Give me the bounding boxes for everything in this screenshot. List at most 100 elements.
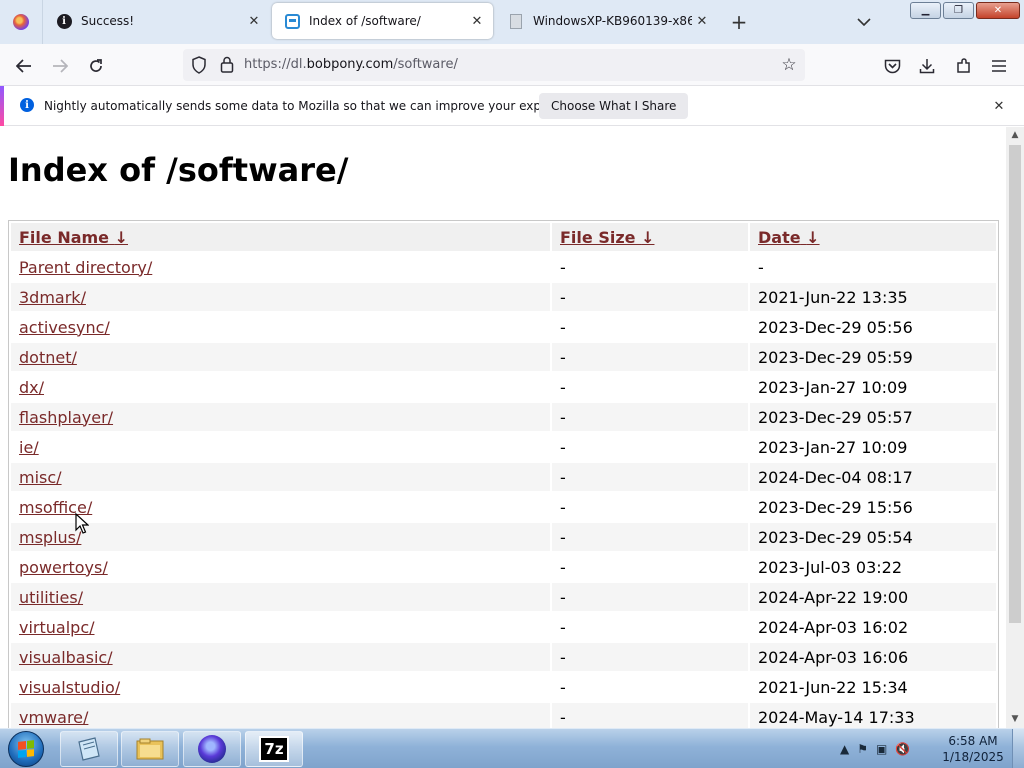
file-size-cell: - bbox=[560, 437, 566, 457]
file-name-link[interactable]: utilities/ bbox=[19, 588, 83, 607]
tab-title: Success! bbox=[81, 14, 135, 28]
tab-close-icon[interactable]: ✕ bbox=[244, 11, 264, 31]
tab-windowsxp-kb[interactable]: WindowsXP-KB960139-x86-ENU ✕ bbox=[496, 3, 718, 39]
table-body: Parent directory/- -3dmark/-2021-Jun-22 1… bbox=[11, 253, 996, 728]
file-name-link[interactable]: dotnet/ bbox=[19, 348, 77, 367]
file-size-cell: - bbox=[552, 403, 748, 431]
file-name-link[interactable]: Parent directory/ bbox=[19, 258, 152, 277]
file-name-link[interactable]: visualbasic/ bbox=[19, 648, 113, 667]
tab-favicon bbox=[284, 13, 300, 29]
new-tab-plus-icon[interactable]: + bbox=[727, 10, 751, 34]
show-desktop-button[interactable] bbox=[1012, 729, 1024, 768]
taskbar-show-desktop-app[interactable] bbox=[60, 731, 118, 767]
file-name-link[interactable]: visualstudio/ bbox=[19, 678, 120, 697]
hamburger-menu-icon[interactable] bbox=[985, 52, 1013, 80]
file-name-link[interactable]: misc/ bbox=[19, 468, 62, 487]
choose-what-i-share-button[interactable]: Choose What I Share bbox=[539, 93, 689, 119]
minimize-button[interactable]: ▁ bbox=[910, 2, 941, 19]
close-icon[interactable]: ✕ bbox=[990, 97, 1008, 115]
tab-index-software[interactable]: Index of /software/ ✕ bbox=[272, 3, 493, 39]
notification-message: Nightly automatically sends some data to… bbox=[44, 99, 590, 113]
show-hidden-icons-arrow-icon[interactable]: ▲ bbox=[840, 742, 849, 756]
file-size-cell: - bbox=[552, 643, 748, 671]
taskbar-firefox-nightly[interactable] bbox=[183, 731, 241, 767]
table-header-row: File Name ↓ File Size ↓ Date ↓ bbox=[11, 223, 996, 251]
close-window-button[interactable]: ✕ bbox=[976, 2, 1020, 19]
tab-close-icon[interactable]: ✕ bbox=[467, 11, 487, 31]
file-size-cell: - bbox=[560, 257, 566, 277]
file-name-link[interactable]: ie/ bbox=[19, 438, 39, 457]
tab-success[interactable]: i Success! ✕ bbox=[44, 3, 270, 39]
file-name-link[interactable]: powertoys/ bbox=[19, 558, 108, 577]
restore-button[interactable]: ❐ bbox=[943, 2, 974, 19]
column-label: File Name bbox=[19, 227, 110, 247]
extensions-puzzle-icon[interactable] bbox=[950, 52, 978, 80]
start-button[interactable] bbox=[4, 730, 48, 768]
scrollbar-thumb[interactable] bbox=[1009, 145, 1021, 623]
firefox-view-button[interactable] bbox=[0, 0, 43, 44]
firefox-logo-icon bbox=[13, 14, 29, 30]
column-header-file-name[interactable]: File Name ↓ bbox=[11, 223, 550, 251]
reload-icon[interactable] bbox=[82, 52, 110, 80]
tab-close-icon[interactable]: ✕ bbox=[692, 11, 712, 31]
tab-list-chevron-down-icon[interactable] bbox=[852, 10, 876, 34]
file-name-cell: misc/ bbox=[11, 463, 550, 491]
date-cell: 2023-Dec-29 15:56 bbox=[758, 497, 913, 517]
downloads-icon[interactable] bbox=[913, 52, 941, 80]
file-name-link[interactable]: flashplayer/ bbox=[19, 408, 113, 427]
vertical-scrollbar[interactable]: ▲ ▼ bbox=[1006, 127, 1024, 728]
url-bar[interactable]: https://dl.bobpony.com/software/ ☆ bbox=[183, 49, 805, 81]
url-text[interactable]: https://dl.bobpony.com/software/ bbox=[244, 57, 458, 72]
table-row: flashplayer/ -2023-Dec-29 05:57 bbox=[11, 403, 996, 431]
column-header-file-size[interactable]: File Size ↓ bbox=[552, 223, 748, 251]
file-name-link[interactable]: 3dmark/ bbox=[19, 288, 86, 307]
date-cell: 2023-Dec-29 05:57 bbox=[750, 403, 996, 431]
navigation-toolbar: https://dl.bobpony.com/software/ ☆ bbox=[0, 44, 1024, 86]
scroll-up-arrow-icon[interactable]: ▲ bbox=[1006, 127, 1024, 143]
file-size-cell: - bbox=[560, 677, 566, 697]
back-arrow-icon[interactable] bbox=[10, 52, 38, 80]
taskbar-clock[interactable]: 6:58 AM 1/18/2025 bbox=[940, 733, 1006, 765]
scroll-down-arrow-icon[interactable]: ▼ bbox=[1006, 711, 1024, 727]
file-listing-table: File Name ↓ File Size ↓ Date ↓ Parent di… bbox=[8, 220, 999, 728]
tab-title: Index of /software/ bbox=[309, 14, 421, 28]
clock-time: 6:58 AM bbox=[948, 734, 998, 748]
table-row: misc/ -2024-Dec-04 08:17 bbox=[11, 463, 996, 491]
sort-by-date-link[interactable]: Date ↓ bbox=[758, 228, 820, 247]
7zip-icon: 7z bbox=[259, 736, 289, 762]
url-prefix: https://dl. bbox=[244, 57, 307, 72]
network-icon[interactable]: ▣ bbox=[876, 742, 887, 756]
lock-icon[interactable] bbox=[220, 56, 234, 77]
file-name-link[interactable]: activesync/ bbox=[19, 318, 110, 337]
sort-arrow-icon: ↓ bbox=[114, 227, 129, 247]
column-label: Date bbox=[758, 227, 801, 247]
tab-favicon bbox=[508, 13, 524, 29]
file-name-cell: 3dmark/ bbox=[11, 283, 550, 311]
file-name-link[interactable]: msplus/ bbox=[19, 528, 81, 547]
sort-by-file-name-link[interactable]: File Name ↓ bbox=[19, 228, 128, 247]
table-row: visualstudio/ - 2021-Jun-22 15:34 bbox=[11, 673, 996, 701]
pocket-icon[interactable] bbox=[878, 52, 906, 80]
date-cell: 2023-Jan-27 10:09 bbox=[758, 377, 908, 397]
file-name-cell: activesync/ bbox=[11, 313, 550, 341]
date-cell: 2023-Jul-03 03:22 bbox=[758, 557, 903, 577]
taskbar-7zip[interactable]: 7z bbox=[245, 731, 303, 767]
window-controls: ▁ ❐ ✕ bbox=[910, 2, 1020, 19]
bookmark-star-icon[interactable]: ☆ bbox=[777, 53, 801, 77]
file-name-cell: ie/ bbox=[11, 433, 550, 461]
date-cell: 2021-Jun-22 15:34 bbox=[758, 677, 908, 697]
file-name-link[interactable]: virtualpc/ bbox=[19, 618, 95, 637]
sort-by-file-size-link[interactable]: File Size ↓ bbox=[560, 228, 654, 247]
taskbar-file-explorer[interactable] bbox=[121, 731, 179, 767]
file-name-link[interactable]: vmware/ bbox=[19, 708, 88, 727]
tracking-protection-shield-icon[interactable] bbox=[191, 56, 207, 78]
date-cell: 2023-Dec-29 05:59 bbox=[750, 343, 996, 371]
volume-muted-icon[interactable]: 🔇 bbox=[895, 742, 910, 756]
table-row: vmware/ -2024-May-14 17:33 bbox=[11, 703, 996, 728]
sort-arrow-icon: ↓ bbox=[806, 227, 820, 247]
file-name-link[interactable]: dx/ bbox=[19, 378, 44, 397]
column-header-date[interactable]: Date ↓ bbox=[750, 223, 996, 251]
forward-arrow-icon[interactable] bbox=[46, 52, 74, 80]
action-center-flag-icon[interactable]: ⚑ bbox=[857, 742, 868, 756]
column-label: File Size bbox=[560, 227, 636, 247]
